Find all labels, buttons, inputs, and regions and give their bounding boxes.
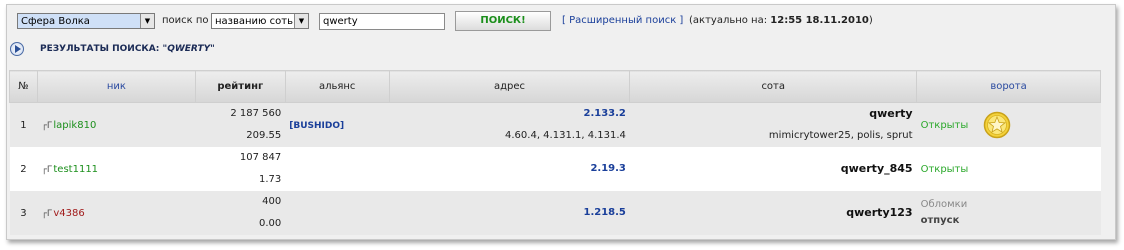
alliance-link[interactable]: [BUSHIDO] [289,121,344,131]
alliance-cell [285,147,390,191]
results-table: № ник рейтинг альянс адрес сота ворота 1… [9,70,1101,235]
rating-cell: 2 187 560 209.55 [195,102,286,147]
search-by-label: поиск по [162,15,209,26]
address-extra: 4.60.4, 4.131.1, 4.131.4 [505,130,626,141]
search-results-panel: Сфера Волка ▼ поиск по названию соть ▼ q… [6,4,1116,240]
location-select[interactable]: Сфера Волка ▼ [17,13,155,29]
search-input[interactable]: qwerty [319,13,445,30]
gate-status: Открыты [920,163,969,175]
rank-glyph: ┌Г [41,164,53,175]
address-main[interactable]: 2.133.2 [393,103,625,125]
star-badge-icon [984,111,1011,139]
rating-value: 400 [262,196,282,207]
column-header-sota[interactable]: сота [629,70,918,103]
rank-glyph: ┌Г [41,208,53,219]
alliance-cell: [BUSHIDO] [285,102,390,147]
rating-cell: 107 847 1.73 [195,147,286,191]
sota-main: qwerty123 [846,206,913,219]
nick-link[interactable]: lapik810 [53,120,96,131]
column-header-number: № [9,70,38,103]
address-cell: 1.218.5 [389,191,630,235]
address-main[interactable]: 1.218.5 [393,202,625,224]
address-main[interactable]: 2.19.3 [393,158,625,180]
search-by-select-value: названию соть [215,16,293,27]
sota-main: qwerty_845 [840,162,913,175]
location-select-value: Сфера Волка [21,16,90,27]
rating-secondary: 209.55 [246,130,282,141]
actuality-timestamp: (актуально на: 12:55 18.11.2010) [689,15,873,26]
row-number: 2 [9,147,38,191]
play-circle-icon[interactable] [10,42,24,56]
sota-extra: mimicrytower25, polis, sprut [768,130,913,141]
actuality-value: 12:55 18.11.2010 [770,15,869,26]
column-header-gate[interactable]: ворота [916,70,1101,103]
row-number: 1 [9,102,38,147]
rating-cell: 400 0.00 [195,191,286,235]
nick-cell: ┌Гtest1111 [37,147,196,191]
results-title-prefix: РЕЗУЛЬТАТЫ ПОИСКА: [40,44,163,54]
rank-glyph: ┌Г [41,120,53,131]
column-header-rating[interactable]: рейтинг [194,70,286,103]
column-header-alliance[interactable]: альянс [284,70,390,103]
sota-main: qwerty [869,107,913,120]
results-title-query: "QWERTY" [162,44,215,54]
rating-secondary: 0.00 [258,218,282,229]
rating-secondary: 1.73 [258,174,282,185]
search-button[interactable]: ПОИСК! [455,11,551,31]
advanced-search-link[interactable]: [ Расширенный поиск ] [562,15,683,26]
table-row: 1 ┌Гlapik810 2 187 560 209.55 [BUSHIDO] 2… [9,102,1101,147]
rating-value: 2 187 560 [230,108,282,119]
nick-cell: ┌Гlapik810 [37,102,196,147]
sota-cell: qwerty mimicrytower25, polis, sprut [629,102,917,147]
column-header-address[interactable]: адрес [388,70,631,103]
gate-status: Обломки [920,199,968,210]
nick-cell: ┌Гv4386 [37,191,196,235]
vacation-label: отпуск [920,215,960,226]
search-input-value: qwerty [323,16,358,27]
sota-cell: qwerty123 [629,191,917,235]
gate-cell: Открыты [916,147,1101,191]
gate-cell: Открыты [916,102,1101,147]
actuality-prefix: (актуально на: [689,15,771,26]
search-by-select[interactable]: названию соть ▼ [211,13,309,29]
gate-cell: Обломки отпуск [916,191,1101,235]
results-title: РЕЗУЛЬТАТЫ ПОИСКА: "QWERTY" [40,44,215,54]
address-cell: 2.133.2 4.60.4, 4.131.1, 4.131.4 [389,102,630,147]
search-toolbar: Сфера Волка ▼ поиск по названию соть ▼ q… [17,11,1107,33]
table-header-row: № ник рейтинг альянс адрес сота ворота [9,70,1101,103]
address-cell: 2.19.3 [389,147,630,191]
table-row: 2 ┌Гtest1111 107 847 1.73 2.19.3 qwerty_8… [9,147,1101,191]
rating-value: 107 847 [239,152,282,163]
gate-status: Открыты [920,120,969,131]
alliance-cell [285,191,390,235]
table-row: 3 ┌Гv4386 400 0.00 1.218.5 qwerty123 Обло… [9,191,1101,235]
nick-link[interactable]: v4386 [53,208,84,219]
nick-link[interactable]: test1111 [53,164,98,175]
column-header-nick[interactable]: ник [36,70,196,103]
row-number: 3 [9,191,38,235]
chevron-down-icon[interactable]: ▼ [294,14,308,28]
actuality-suffix: ) [868,15,873,26]
sota-cell: qwerty_845 [629,147,917,191]
chevron-down-icon[interactable]: ▼ [140,14,154,28]
